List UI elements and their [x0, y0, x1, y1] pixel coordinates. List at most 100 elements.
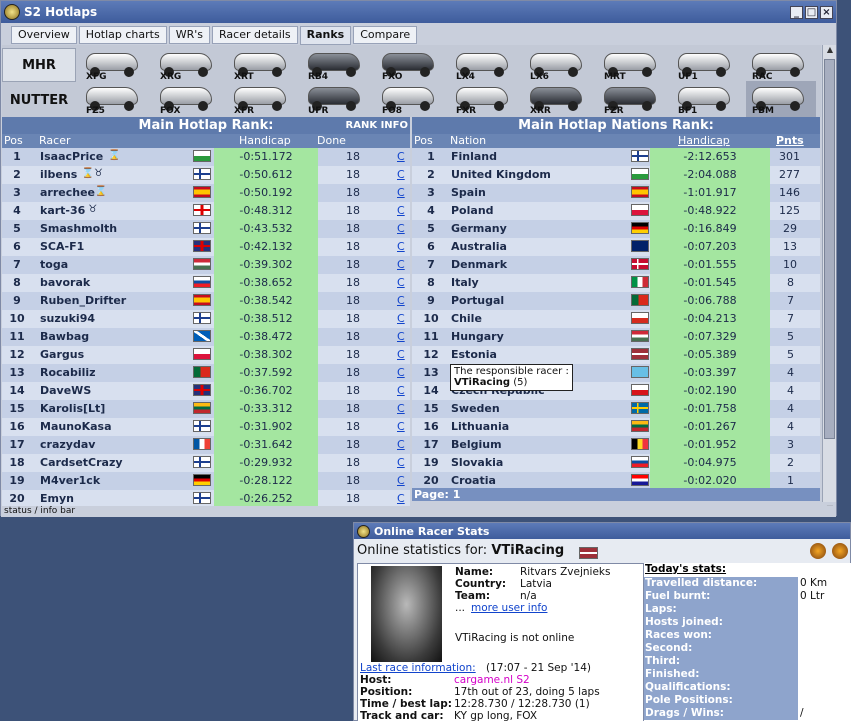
car-fbm[interactable]: FBM: [746, 81, 816, 117]
nation-row[interactable]: 3 Spain -1:01.917 146: [412, 184, 820, 202]
compare-link[interactable]: C: [397, 186, 405, 199]
racer-name[interactable]: Ruben_Drifter: [40, 294, 126, 307]
racer-name[interactable]: CardsetCrazy: [40, 456, 123, 469]
nation-row[interactable]: 8 Italy -0:01.545 8: [412, 274, 820, 292]
racer-name[interactable]: crazydav: [40, 438, 95, 451]
nation-row[interactable]: 2 United Kingdom -2:04.088 277: [412, 166, 820, 184]
nation-name[interactable]: Belgium: [451, 438, 502, 451]
compare-link[interactable]: C: [397, 420, 405, 433]
compare-link[interactable]: C: [397, 492, 405, 505]
nation-row[interactable]: 15 Sweden -0:01.758 4: [412, 400, 820, 418]
nation-name[interactable]: United Kingdom: [451, 168, 551, 181]
car-fox[interactable]: FOX: [154, 81, 224, 117]
nation-row[interactable]: 19 Slovakia -0:04.975 2: [412, 454, 820, 472]
racer-row[interactable]: 10 suzuki94 -0:38.512 18 C: [2, 310, 410, 328]
car-ufr[interactable]: UFR: [302, 81, 372, 117]
host-value[interactable]: cargame.nl S2: [454, 674, 530, 686]
car-fz5[interactable]: FZ5: [80, 81, 150, 117]
racer-row[interactable]: 9 Ruben_Drifter -0:38.542 18 C: [2, 292, 410, 310]
col-handicap[interactable]: Handicap: [239, 134, 291, 148]
nation-name[interactable]: Portugal: [451, 294, 504, 307]
racer-name[interactable]: SCA-F1: [40, 240, 84, 253]
compare-link[interactable]: C: [397, 330, 405, 343]
nation-name[interactable]: Australia: [451, 240, 507, 253]
racer-name[interactable]: toga: [40, 258, 68, 271]
nation-name[interactable]: Finland: [451, 150, 497, 163]
minimize-icon[interactable]: _: [790, 5, 803, 19]
racer-row[interactable]: 17 crazydav -0:31.642 18 C: [2, 436, 410, 454]
car-rac[interactable]: RAC: [746, 47, 816, 83]
racer-name[interactable]: bavorak: [40, 276, 90, 289]
racer-name[interactable]: M4ver1ck: [40, 474, 100, 487]
racer-row[interactable]: 12 Gargus -0:38.302 18 C: [2, 346, 410, 364]
tab-wrs[interactable]: WR's: [168, 26, 210, 44]
scroll-thumb[interactable]: [824, 59, 835, 439]
compare-link[interactable]: C: [397, 366, 405, 379]
nation-row[interactable]: 1 Finland -2:12.653 301: [412, 148, 820, 166]
racer-row[interactable]: 7 toga -0:39.302 18 C: [2, 256, 410, 274]
tab-overview[interactable]: Overview: [11, 26, 77, 44]
nation-row[interactable]: 9 Portugal -0:06.788 7: [412, 292, 820, 310]
racer-row[interactable]: 13 Rocabiliz -0:37.592 18 C: [2, 364, 410, 382]
nation-name[interactable]: Estonia: [451, 348, 497, 361]
close-icon[interactable]: ×: [820, 5, 833, 19]
car-rb4[interactable]: RB4: [302, 47, 372, 83]
compare-link[interactable]: C: [397, 312, 405, 325]
racer-name[interactable]: Gargus: [40, 348, 84, 361]
compare-link[interactable]: C: [397, 402, 405, 415]
nation-row[interactable]: 11 Hungary -0:07.329 5: [412, 328, 820, 346]
racer-name[interactable]: suzuki94: [40, 312, 95, 325]
racer-name[interactable]: kart-36: [40, 204, 85, 217]
col-done[interactable]: Done: [317, 134, 346, 148]
racer-menu-icon[interactable]: [832, 543, 848, 559]
racer-row[interactable]: 5 Smashmolth -0:43.532 18 C: [2, 220, 410, 238]
nation-name[interactable]: Germany: [451, 222, 507, 235]
nation-name[interactable]: Denmark: [451, 258, 507, 271]
nation-name[interactable]: Chile: [451, 312, 482, 325]
friends-icon[interactable]: [810, 543, 826, 559]
col-pnts[interactable]: Pnts: [776, 134, 804, 148]
car-xrg[interactable]: XRG: [154, 47, 224, 83]
compare-link[interactable]: C: [397, 456, 405, 469]
maximize-icon[interactable]: □: [805, 5, 818, 19]
racer-row[interactable]: 3 arrechee ⌛ -0:50.192 18 C: [2, 184, 410, 202]
racer-name[interactable]: Smashmolth: [40, 222, 117, 235]
racer-name[interactable]: DaveWS: [40, 384, 91, 397]
car-uf1[interactable]: UF1: [672, 47, 742, 83]
col-racer[interactable]: Racer: [39, 134, 70, 148]
nation-row[interactable]: 12 Estonia -0:05.389 5: [412, 346, 820, 364]
racer-row[interactable]: 6 SCA-F1 -0:42.132 18 C: [2, 238, 410, 256]
racer-row[interactable]: 11 Bawbag -0:38.472 18 C: [2, 328, 410, 346]
car-bf1[interactable]: BF1: [672, 81, 742, 117]
racer-row[interactable]: 1 IsaacPrice ⌛ -0:51.172 18 C: [2, 148, 410, 166]
car-fxr[interactable]: FXR: [450, 81, 520, 117]
col-pos[interactable]: Pos: [4, 134, 23, 148]
compare-link[interactable]: C: [397, 258, 405, 271]
racer-name[interactable]: MaunoKasa: [40, 420, 112, 433]
nation-name[interactable]: Slovakia: [451, 456, 503, 469]
racer-row[interactable]: 19 M4ver1ck -0:28.122 18 C: [2, 472, 410, 490]
more-user-info-link[interactable]: more user info: [471, 602, 547, 614]
nation-name[interactable]: Hungary: [451, 330, 504, 343]
nation-row[interactable]: 6 Australia -0:07.203 13: [412, 238, 820, 256]
compare-link[interactable]: C: [397, 438, 405, 451]
nation-name[interactable]: Spain: [451, 186, 486, 199]
tab-ranks[interactable]: Ranks: [299, 26, 352, 45]
racer-name[interactable]: Rocabiliz: [40, 366, 96, 379]
racer-name[interactable]: Karolis[Lt]: [40, 402, 105, 415]
nation-row[interactable]: 7 Denmark -0:01.555 10: [412, 256, 820, 274]
col-nation-pos[interactable]: Pos: [414, 134, 433, 148]
tab-racer-details[interactable]: Racer details: [212, 26, 298, 44]
hotlaps-titlebar[interactable]: S2 Hotlaps _ □ ×: [1, 1, 836, 23]
compare-link[interactable]: C: [397, 204, 405, 217]
last-race-info-link[interactable]: Last race information:: [360, 662, 476, 674]
nation-name[interactable]: Italy: [451, 276, 479, 289]
racer-name[interactable]: Bawbag: [40, 330, 89, 343]
car-mrt[interactable]: MRT: [598, 47, 668, 83]
nation-row[interactable]: 5 Germany -0:16.849 29: [412, 220, 820, 238]
compare-link[interactable]: C: [397, 348, 405, 361]
car-fzr[interactable]: FZR: [598, 81, 668, 117]
tab-compare[interactable]: Compare: [353, 26, 418, 44]
racer-name[interactable]: arrechee: [40, 186, 95, 199]
car-xrt[interactable]: XRT: [228, 47, 298, 83]
